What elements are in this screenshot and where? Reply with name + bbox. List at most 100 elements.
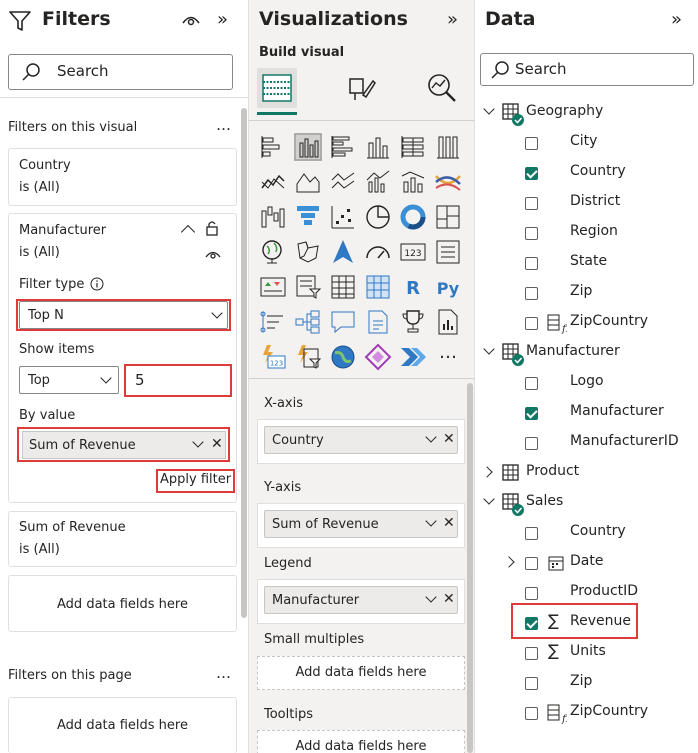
- key-influencers-icon[interactable]: [259, 308, 287, 336]
- field-checkbox[interactable]: [525, 257, 538, 270]
- clustered-column-chart-icon[interactable]: [294, 133, 322, 161]
- chevron-down-icon[interactable]: [483, 493, 495, 505]
- chevron-up-icon[interactable]: [180, 224, 196, 240]
- data-search-input[interactable]: [515, 60, 665, 78]
- clustered-bar-chart-icon[interactable]: [329, 133, 357, 161]
- field-logo[interactable]: Logo: [475, 368, 698, 398]
- field-checkbox[interactable]: [525, 317, 538, 330]
- line-clustered-column-icon[interactable]: [364, 168, 392, 196]
- multi-row-card-icon[interactable]: [434, 238, 462, 266]
- field-checkbox-checked[interactable]: [525, 167, 538, 180]
- collapse-pane-icon[interactable]: »: [671, 9, 682, 30]
- chevron-down-icon[interactable]: [425, 591, 437, 603]
- waterfall-chart-icon[interactable]: [259, 203, 287, 231]
- field-checkbox[interactable]: [525, 137, 538, 150]
- field-date[interactable]: Date: [475, 548, 698, 578]
- table-icon[interactable]: [329, 273, 357, 301]
- chevron-right-icon[interactable]: [503, 556, 515, 568]
- treemap-icon[interactable]: [434, 203, 462, 231]
- chevron-down-icon[interactable]: [425, 515, 437, 527]
- field-checkbox[interactable]: [525, 227, 538, 240]
- line-stacked-column-icon[interactable]: [399, 168, 427, 196]
- legend-well[interactable]: Manufacturer ✕: [257, 579, 465, 624]
- scatter-chart-icon[interactable]: [329, 203, 357, 231]
- add-data-fields-page[interactable]: Add data fields here: [8, 697, 237, 753]
- power-automate-icon[interactable]: [399, 343, 427, 371]
- remove-icon[interactable]: ✕: [443, 515, 455, 531]
- stacked-bar-chart-icon[interactable]: [259, 133, 287, 161]
- show-items-count-input[interactable]: 5: [126, 366, 230, 395]
- chevron-down-icon[interactable]: [483, 103, 495, 115]
- field-sales-zip[interactable]: Zip: [475, 668, 698, 698]
- remove-icon[interactable]: ✕: [443, 431, 455, 447]
- collapse-pane-icon[interactable]: »: [447, 9, 458, 30]
- field-checkbox[interactable]: [525, 377, 538, 390]
- more-visuals-icon[interactable]: …: [434, 343, 462, 371]
- funnel-chart-icon[interactable]: [294, 203, 322, 231]
- field-checkbox[interactable]: [525, 677, 538, 690]
- more-options-icon[interactable]: …: [216, 664, 232, 682]
- azure-map-icon[interactable]: [329, 238, 357, 266]
- by-value-field-pill[interactable]: Sum of Revenue ✕: [22, 431, 226, 459]
- info-icon[interactable]: [90, 277, 104, 291]
- legend-field-pill[interactable]: Manufacturer ✕: [264, 586, 458, 614]
- table-sales[interactable]: Sales: [475, 488, 698, 518]
- stacked-column-chart-icon[interactable]: [364, 133, 392, 161]
- ribbon-chart-icon[interactable]: [434, 168, 462, 196]
- field-sales-country[interactable]: Country: [475, 518, 698, 548]
- analytics-magnifier-icon[interactable]: [426, 72, 458, 104]
- matrix-icon[interactable]: [364, 273, 392, 301]
- area-chart-icon[interactable]: [294, 168, 322, 196]
- field-zip[interactable]: Zip: [475, 278, 698, 308]
- field-revenue[interactable]: ∑ Revenue: [475, 608, 698, 638]
- collapse-pane-icon[interactable]: »: [217, 9, 228, 30]
- field-checkbox[interactable]: [525, 527, 538, 540]
- power-apps-icon[interactable]: [364, 343, 392, 371]
- field-district[interactable]: District: [475, 188, 698, 218]
- table-product[interactable]: Product: [475, 458, 698, 488]
- apply-filter-button[interactable]: Apply filter: [160, 472, 231, 487]
- power-apps-card-icon[interactable]: 123: [259, 343, 287, 371]
- field-manufacturer[interactable]: Manufacturer: [475, 398, 698, 428]
- small-multiples-well[interactable]: Add data fields here: [257, 656, 465, 690]
- tooltips-well[interactable]: Add data fields here: [257, 730, 465, 753]
- field-checkbox-checked[interactable]: [525, 617, 538, 630]
- goals-icon[interactable]: [399, 308, 427, 336]
- field-checkbox[interactable]: [525, 197, 538, 210]
- slicer-icon[interactable]: [294, 273, 322, 301]
- field-city[interactable]: City: [475, 128, 698, 158]
- eye-icon[interactable]: [181, 12, 201, 28]
- line-chart-icon[interactable]: [259, 168, 287, 196]
- field-checkbox[interactable]: [525, 647, 538, 660]
- eye-icon[interactable]: [205, 248, 221, 260]
- field-checkbox[interactable]: [525, 287, 538, 300]
- card-icon[interactable]: 123: [399, 238, 427, 266]
- field-state[interactable]: State: [475, 248, 698, 278]
- field-units[interactable]: ∑ Units: [475, 638, 698, 668]
- filled-map-icon[interactable]: [294, 238, 322, 266]
- paginated-report-icon[interactable]: [434, 308, 462, 336]
- python-visual-icon[interactable]: Py: [434, 273, 462, 301]
- power-apps-slicer-icon[interactable]: [294, 343, 322, 371]
- field-checkbox[interactable]: [525, 707, 538, 720]
- table-manufacturer[interactable]: Manufacturer: [475, 338, 698, 368]
- remove-icon[interactable]: ✕: [211, 436, 223, 452]
- table-geography[interactable]: Geography: [475, 98, 698, 128]
- add-data-fields-visual[interactable]: Add data fields here: [8, 575, 237, 632]
- field-checkbox-checked[interactable]: [525, 407, 538, 420]
- map-icon[interactable]: [259, 238, 287, 266]
- field-manufacturerid[interactable]: ManufacturerID: [475, 428, 698, 458]
- qa-icon[interactable]: [329, 308, 357, 336]
- stacked-area-chart-icon[interactable]: [329, 168, 357, 196]
- arcgis-map-icon[interactable]: [329, 343, 357, 371]
- donut-chart-icon[interactable]: [399, 203, 427, 231]
- gauge-icon[interactable]: [364, 238, 392, 266]
- field-region[interactable]: Region: [475, 218, 698, 248]
- x-axis-field-pill[interactable]: Country ✕: [264, 426, 458, 454]
- field-sales-zipcountry[interactable]: fx ZipCountry: [475, 698, 698, 728]
- lock-icon[interactable]: [205, 220, 219, 237]
- data-search-box[interactable]: [480, 53, 694, 86]
- r-script-visual-icon[interactable]: R: [399, 273, 427, 301]
- y-axis-well[interactable]: Sum of Revenue ✕: [257, 503, 465, 548]
- smart-narrative-icon[interactable]: [364, 308, 392, 336]
